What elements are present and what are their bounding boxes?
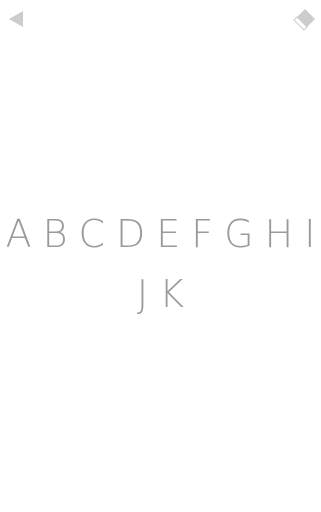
letter-k[interactable]: K xyxy=(159,264,184,324)
letter-i[interactable]: I xyxy=(304,204,315,264)
top-bar xyxy=(0,0,321,40)
letter-g[interactable]: G xyxy=(224,204,253,264)
letter-row-2: J K xyxy=(0,264,321,324)
back-triangle-icon xyxy=(9,11,23,27)
letter-c[interactable]: C xyxy=(78,204,105,264)
letter-b[interactable]: B xyxy=(43,204,68,264)
eraser-button[interactable] xyxy=(292,6,318,32)
letter-e[interactable]: E xyxy=(156,204,180,264)
letter-d[interactable]: D xyxy=(116,204,145,264)
letter-a[interactable]: A xyxy=(6,204,32,264)
screen: A B C D E F G H I J K xyxy=(0,0,321,512)
letter-f[interactable]: F xyxy=(191,204,213,264)
letter-row-1: A B C D E F G H I xyxy=(0,204,321,264)
back-button[interactable] xyxy=(3,6,29,32)
letter-display: A B C D E F G H I J K xyxy=(0,204,321,324)
letter-h[interactable]: H xyxy=(265,204,294,264)
letter-j[interactable]: J xyxy=(137,264,148,324)
eraser-icon xyxy=(293,9,315,31)
